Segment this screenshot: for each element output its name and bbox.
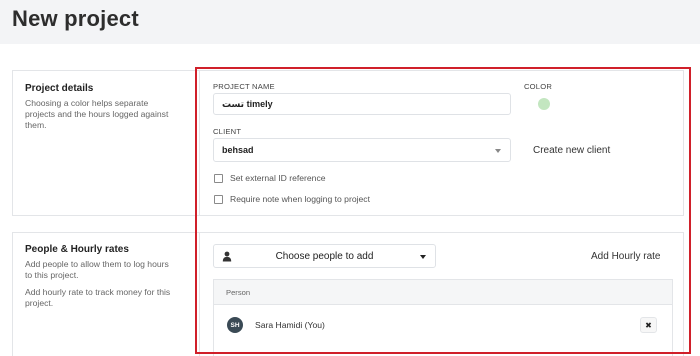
people-title: People & Hourly rates xyxy=(25,244,129,255)
highlight-box xyxy=(195,67,691,354)
project-details-description: Choosing a color helps separate projects… xyxy=(25,98,169,130)
page-title: New project xyxy=(12,6,139,31)
people-description-2: Add hourly rate to track money for this … xyxy=(25,287,171,308)
people-description-1: Add people to allow them to log hours to… xyxy=(25,259,169,280)
project-details-title: Project details xyxy=(25,83,94,94)
page-header: New project xyxy=(0,0,700,44)
